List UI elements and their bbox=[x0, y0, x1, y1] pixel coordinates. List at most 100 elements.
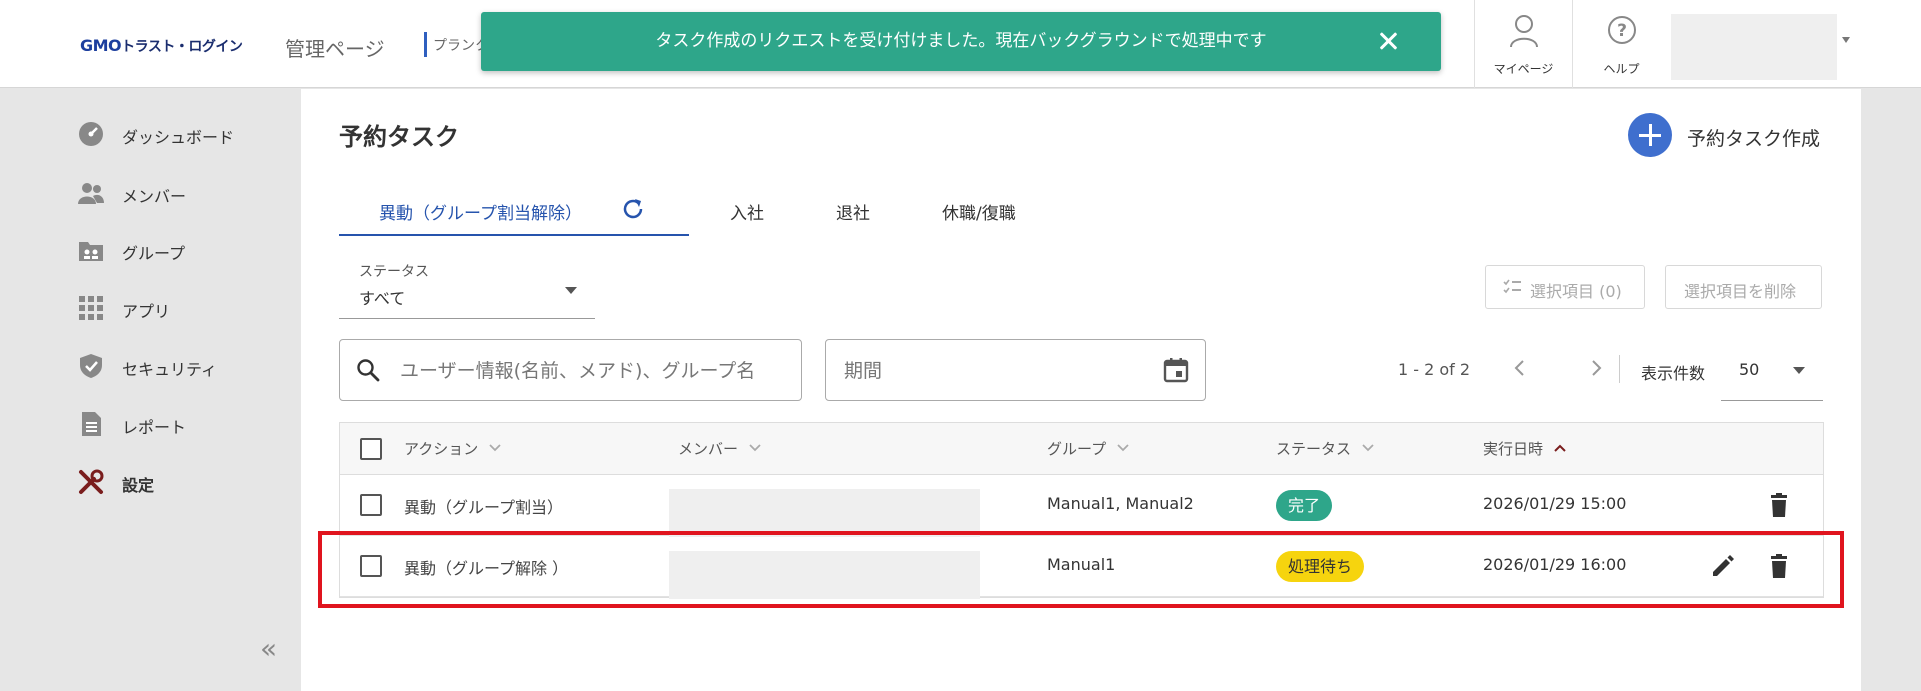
account-caret-icon[interactable] bbox=[1842, 37, 1850, 43]
column-label: 実行日時 bbox=[1483, 440, 1544, 458]
chevron-down-icon bbox=[1362, 443, 1374, 451]
delete-selected-label: 選択項目を削除 bbox=[1684, 282, 1797, 301]
admin-page-label: 管理ページ bbox=[285, 37, 385, 61]
plan-divider bbox=[424, 32, 427, 57]
status-filter-value: すべて bbox=[359, 289, 406, 308]
pager-divider bbox=[1619, 355, 1620, 383]
column-label: グループ bbox=[1047, 440, 1107, 458]
sidebar: ダッシュボード メンバー グループ アプリ セキュリティ レポート 設定 « bbox=[0, 89, 301, 691]
calendar-icon[interactable] bbox=[1162, 356, 1190, 384]
tools-icon bbox=[79, 469, 104, 494]
svg-text:?: ? bbox=[1617, 21, 1627, 41]
column-label: アクション bbox=[404, 440, 479, 458]
chevron-left-icon[interactable] bbox=[1506, 353, 1534, 383]
per-page-value: 50 bbox=[1739, 360, 1760, 379]
selected-items-label: 選択項目 (0) bbox=[1530, 282, 1622, 301]
row-group: Manual1, Manual2 bbox=[1047, 494, 1194, 513]
chevron-right-icon[interactable] bbox=[1582, 353, 1610, 383]
chevron-down-icon bbox=[1793, 367, 1805, 374]
table-row[interactable]: 異動（グループ解除 ） Manual1 処理待ち 2026/01/29 16:0… bbox=[340, 536, 1823, 597]
trash-icon[interactable] bbox=[1766, 492, 1792, 518]
sidebar-item-label: ダッシュボード bbox=[122, 128, 235, 147]
plus-icon bbox=[1628, 113, 1672, 157]
user-icon bbox=[1510, 15, 1538, 48]
sidebar-item-members[interactable]: メンバー bbox=[78, 178, 278, 208]
period-input[interactable] bbox=[844, 354, 1144, 388]
main-content: 予約タスク 予約タスク作成 異動（グループ割当解除） 入社 退社 休職/復職 ス… bbox=[301, 89, 1861, 691]
pagination-range: 1 - 2 of 2 bbox=[1398, 360, 1471, 379]
column-header-datetime[interactable]: 実行日時 bbox=[1483, 438, 1567, 459]
pencil-icon[interactable] bbox=[1710, 553, 1736, 579]
column-header-member[interactable]: メンバー bbox=[678, 438, 762, 459]
sidebar-collapse-button[interactable]: « bbox=[260, 632, 277, 665]
account-menu[interactable] bbox=[1671, 14, 1837, 80]
close-icon[interactable] bbox=[1375, 28, 1401, 54]
select-all-checkbox[interactable] bbox=[360, 438, 382, 460]
period-field[interactable] bbox=[825, 339, 1206, 401]
status-filter-select[interactable]: ステータス すべて bbox=[339, 257, 595, 319]
trash-icon[interactable] bbox=[1766, 553, 1792, 579]
table-row[interactable]: 異動（グループ割当） Manual1, Manual2 完了 2026/01/2… bbox=[340, 475, 1823, 536]
help-label: ヘルプ bbox=[1603, 62, 1640, 76]
help-icon: ? bbox=[1608, 16, 1636, 44]
row-action: 異動（グループ割当） bbox=[404, 498, 564, 517]
table-header: アクション メンバー グループ ステータス 実行日時 bbox=[340, 423, 1823, 475]
chevron-down-icon bbox=[1117, 443, 1129, 451]
tab-label: 異動（グループ割当解除） bbox=[379, 204, 582, 224]
sidebar-item-label: メンバー bbox=[122, 187, 187, 206]
member-cell-redacted bbox=[669, 489, 980, 537]
row-checkbox[interactable] bbox=[360, 555, 382, 577]
sidebar-item-label: セキュリティ bbox=[122, 360, 218, 379]
column-header-status[interactable]: ステータス bbox=[1276, 438, 1375, 459]
members-icon bbox=[78, 183, 104, 204]
per-page-select[interactable]: 50 bbox=[1721, 345, 1823, 401]
report-icon bbox=[82, 412, 101, 436]
status-badge: 完了 bbox=[1276, 490, 1333, 521]
status-badge: 処理待ち bbox=[1276, 551, 1365, 582]
chevron-up-icon bbox=[1554, 444, 1566, 452]
delete-selected-button[interactable]: 選択項目を削除 bbox=[1665, 265, 1822, 309]
mypage-button[interactable]: マイページ bbox=[1474, 0, 1572, 88]
sidebar-item-label: グループ bbox=[122, 244, 186, 263]
page-title: 予約タスク bbox=[339, 123, 459, 151]
list-check-icon bbox=[1503, 279, 1521, 294]
sidebar-item-dashboard[interactable]: ダッシュボード bbox=[78, 119, 278, 149]
sidebar-item-security[interactable]: セキュリティ bbox=[78, 351, 278, 381]
chevron-down-icon bbox=[749, 443, 761, 451]
sidebar-item-label: アプリ bbox=[122, 302, 171, 321]
right-gutter bbox=[1861, 89, 1921, 691]
row-datetime: 2026/01/29 15:00 bbox=[1483, 494, 1627, 513]
row-action: 異動（グループ解除 ） bbox=[404, 559, 569, 578]
search-input[interactable] bbox=[400, 354, 795, 388]
refresh-icon[interactable] bbox=[620, 196, 646, 222]
task-table: アクション メンバー グループ ステータス 実行日時 異動（グループ割当） Ma… bbox=[339, 422, 1824, 599]
create-task-button[interactable]: 予約タスク作成 bbox=[1628, 111, 1848, 157]
selected-items-button[interactable]: 選択項目 (0) bbox=[1485, 265, 1645, 309]
tab-label: 入社 bbox=[730, 204, 764, 224]
toast-message: タスク作成のリクエストを受け付けました。現在バックグラウンドで処理中です bbox=[655, 31, 1267, 51]
row-datetime: 2026/01/29 16:00 bbox=[1483, 555, 1627, 574]
status-filter-label: ステータス bbox=[359, 264, 429, 280]
sidebar-item-reports[interactable]: レポート bbox=[78, 409, 278, 439]
help-button[interactable]: ? ヘルプ bbox=[1572, 0, 1670, 88]
search-icon bbox=[357, 359, 380, 382]
active-tab-indicator bbox=[339, 234, 689, 236]
per-page-label: 表示件数 bbox=[1641, 364, 1706, 383]
sidebar-item-settings[interactable]: 設定 bbox=[78, 467, 278, 497]
tab-label: 退社 bbox=[836, 204, 870, 224]
sidebar-item-groups[interactable]: グループ bbox=[78, 235, 278, 265]
sidebar-item-apps[interactable]: アプリ bbox=[78, 293, 278, 323]
column-header-action[interactable]: アクション bbox=[404, 438, 502, 459]
logo[interactable]: GMOトラスト・ログイン bbox=[80, 36, 243, 56]
sidebar-item-label: レポート bbox=[122, 418, 187, 437]
column-label: メンバー bbox=[678, 440, 739, 458]
column-header-group[interactable]: グループ bbox=[1047, 438, 1130, 459]
row-checkbox[interactable] bbox=[360, 494, 382, 516]
chevron-down-icon bbox=[565, 287, 577, 294]
member-cell-redacted bbox=[669, 551, 980, 599]
sidebar-item-label: 設定 bbox=[122, 476, 155, 495]
tab-label: 休職/復職 bbox=[942, 204, 1016, 224]
search-box bbox=[339, 339, 802, 401]
logo-gmo: GMO bbox=[80, 36, 122, 55]
logo-brand: トラスト・ログイン bbox=[121, 39, 243, 55]
